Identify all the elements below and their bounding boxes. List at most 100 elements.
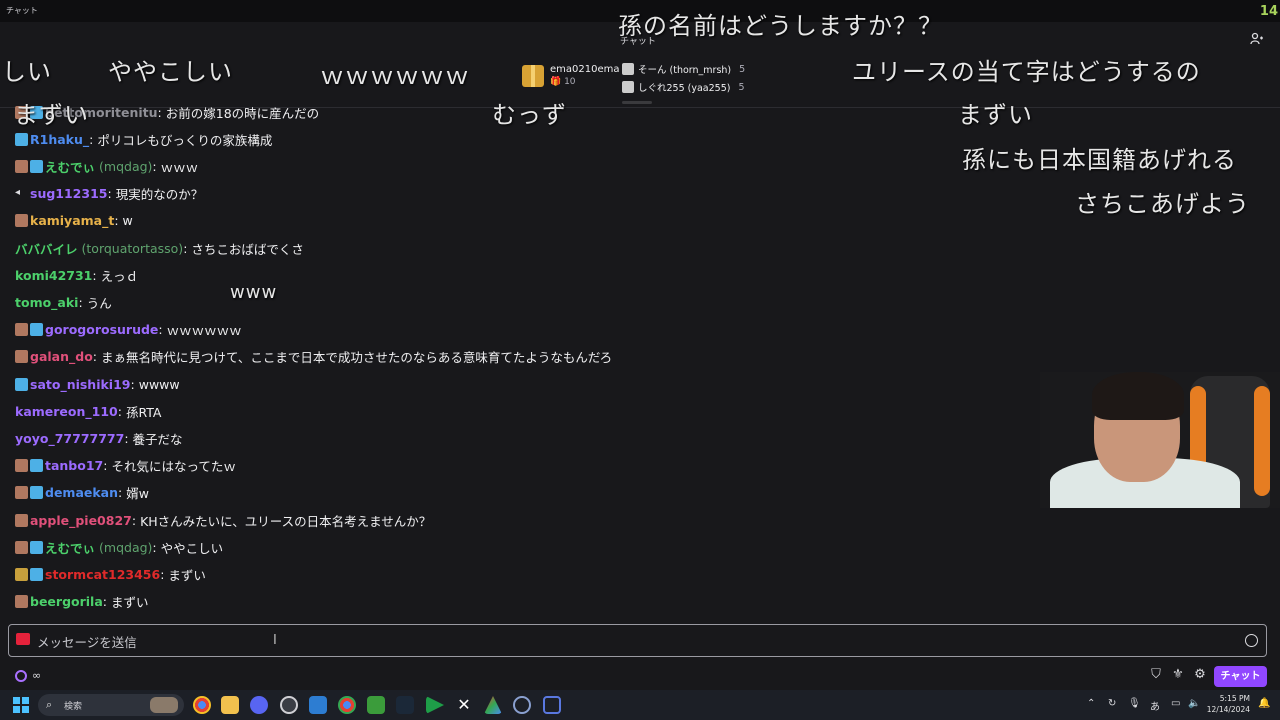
windows-start-icon[interactable]: [13, 697, 29, 713]
tray-chevron-icon[interactable]: ⌃: [1087, 698, 1095, 709]
chat-username[interactable]: yoyo_77777777: [15, 431, 124, 446]
taskbar-search[interactable]: ⌕ 検索: [38, 694, 184, 716]
chat-message-text: 孫RTA: [125, 404, 162, 420]
chrome-icon[interactable]: [193, 696, 211, 714]
top-gifter-name: ema0210ema: [550, 64, 620, 75]
emote-picker-icon[interactable]: [1245, 634, 1258, 647]
top-gifter[interactable]: ema0210ema 🎁 10: [522, 64, 620, 87]
subscriber-badge-icon: [30, 323, 43, 337]
chat-username[interactable]: tomo_aki: [15, 295, 78, 310]
window-title: チャット: [6, 6, 38, 15]
channel-points-icon[interactable]: [15, 670, 27, 682]
chat-username[interactable]: えむでぃ: [45, 538, 95, 557]
chat-username[interactable]: komi42731: [15, 268, 92, 283]
danmaku-comment: 孫の名前はどうしますか？？: [618, 12, 943, 40]
subscriber-badge-icon: [30, 486, 43, 500]
chat-bottom-bar: ∞ ⛉ ⚜ ⚙ チャット: [0, 663, 1280, 689]
chat-message-text: 現実的なのか？: [115, 187, 204, 203]
text-cursor: I: [273, 633, 277, 648]
chat-message: kamereon_110: 孫RTA: [15, 401, 161, 421]
user-badge-icon: [15, 595, 28, 609]
shield-icon[interactable]: ⛉: [1149, 668, 1163, 682]
drive-icon[interactable]: [484, 696, 502, 714]
user-badge-icon: [15, 540, 28, 554]
chat-separator: :: [183, 240, 188, 256]
notification-icon[interactable]: 🔔: [1258, 698, 1270, 709]
obs-icon[interactable]: [280, 696, 298, 714]
corner-badge: 14: [1259, 4, 1278, 19]
play-icon[interactable]: [426, 696, 444, 714]
gifter-avatar-icon: [622, 81, 634, 93]
danmaku-comment: ｗｗｗｗｗｗ: [320, 62, 470, 90]
chat-username[interactable]: tanbo17: [45, 458, 103, 473]
chat-message-text: wwww: [138, 376, 180, 392]
chat-username[interactable]: gorogorosurude: [45, 322, 158, 337]
danmaku-comment: ややこしい: [108, 58, 233, 86]
chat-message-text: えっｄ: [100, 268, 139, 284]
chat-username[interactable]: apple_pie0827: [30, 513, 132, 528]
subscriber-badge-icon: [30, 159, 43, 173]
chat-username[interactable]: バババイレ: [15, 239, 78, 258]
file-explorer-icon[interactable]: [221, 696, 239, 714]
app-ring-icon[interactable]: [513, 696, 531, 714]
record-icon[interactable]: [16, 633, 30, 645]
chat-input[interactable]: メッセージを送信 I: [8, 624, 1267, 657]
danmaku-comment: 孫にも日本国籍あげれる: [962, 146, 1237, 174]
chat-username[interactable]: kamiyama_t: [30, 213, 114, 228]
top-gifter-count-value: 10: [564, 77, 576, 87]
taskbar-clock[interactable]: 5:15 PM 12/14/2024: [1206, 693, 1250, 715]
ime-indicator[interactable]: あ: [1150, 698, 1160, 713]
gifter-row[interactable]: しぐれ255 (yaa255) 5: [622, 80, 745, 94]
gear-icon[interactable]: ⚙: [1193, 668, 1207, 682]
danmaku-comment: まずい: [14, 101, 89, 129]
chat-separator: :: [118, 485, 123, 501]
subscriber-badge-icon: [15, 377, 28, 391]
microphone-icon[interactable]: 🎙: [1128, 698, 1141, 709]
danmaku-comment: さちこあげよう: [1075, 190, 1250, 218]
chat-username[interactable]: えむでぃ: [45, 157, 95, 176]
chat-message-text: まずい: [111, 595, 149, 611]
streamer-hair: [1092, 372, 1184, 420]
chat-message: tomo_aki: うん: [15, 292, 112, 312]
chat-message: stormcat123456: まずい: [15, 564, 206, 584]
webcam-overlay: [1040, 372, 1280, 508]
chat-message-text: 婿w: [126, 486, 149, 502]
chat-username[interactable]: demaekan: [45, 485, 118, 500]
chat-message-text: w: [122, 213, 133, 229]
search-icon: ⌕: [46, 698, 53, 711]
gift-shop-icon[interactable]: ⚜: [1171, 668, 1185, 682]
minecraft-icon[interactable]: [367, 696, 385, 714]
discord-icon[interactable]: [250, 696, 268, 714]
subscriber-badge-icon: [30, 459, 43, 473]
chat-username[interactable]: galan_do: [30, 349, 93, 364]
chat-separator: :: [92, 267, 97, 283]
volume-icon[interactable]: 🔈: [1188, 698, 1200, 709]
danmaku-comment: むっず: [492, 101, 567, 129]
x-icon[interactable]: ✕: [455, 696, 473, 714]
chat-username[interactable]: sug112315: [30, 186, 107, 201]
gifter-count: 5: [738, 81, 745, 93]
gifter-row[interactable]: そーん (thorn_mrsh) 5: [622, 62, 745, 76]
chat-username[interactable]: kamereon_110: [15, 404, 118, 419]
steam-icon[interactable]: [396, 696, 414, 714]
chat-login-name: (mqdag): [99, 539, 153, 555]
chat-message: apple_pie0827: KHさんみたいに、ユリースの日本名考えませんか？: [15, 510, 431, 530]
chat-send-button[interactable]: チャット: [1214, 666, 1267, 687]
chat-username[interactable]: beergorila: [30, 594, 103, 609]
monitor-app-icon[interactable]: [543, 696, 561, 714]
chat-username[interactable]: sato_nishiki19: [30, 377, 131, 392]
chat-message-text: お前の嫁18の時に産んだの: [165, 105, 320, 121]
chat-username[interactable]: stormcat123456: [45, 567, 160, 582]
notepad-icon[interactable]: [309, 696, 327, 714]
gifter-name: そーん (thorn_mrsh): [638, 65, 732, 76]
users-icon[interactable]: [1250, 31, 1264, 45]
chat-message: demaekan: 婿w: [15, 483, 149, 503]
chat-username[interactable]: R1haku_: [30, 132, 89, 147]
user-badge-icon: [15, 567, 28, 581]
refresh-icon[interactable]: ↻: [1108, 698, 1116, 709]
network-icon[interactable]: ▭: [1171, 698, 1180, 709]
chat-message-text: まぁ無名時代に見つけて、ここまで日本で成功させたのならある意味育てたようなもんだ…: [101, 350, 613, 366]
chrome-profile-icon[interactable]: [338, 696, 356, 714]
chat-separator: :: [102, 594, 107, 610]
chat-message-text: 養子だな: [132, 431, 183, 447]
